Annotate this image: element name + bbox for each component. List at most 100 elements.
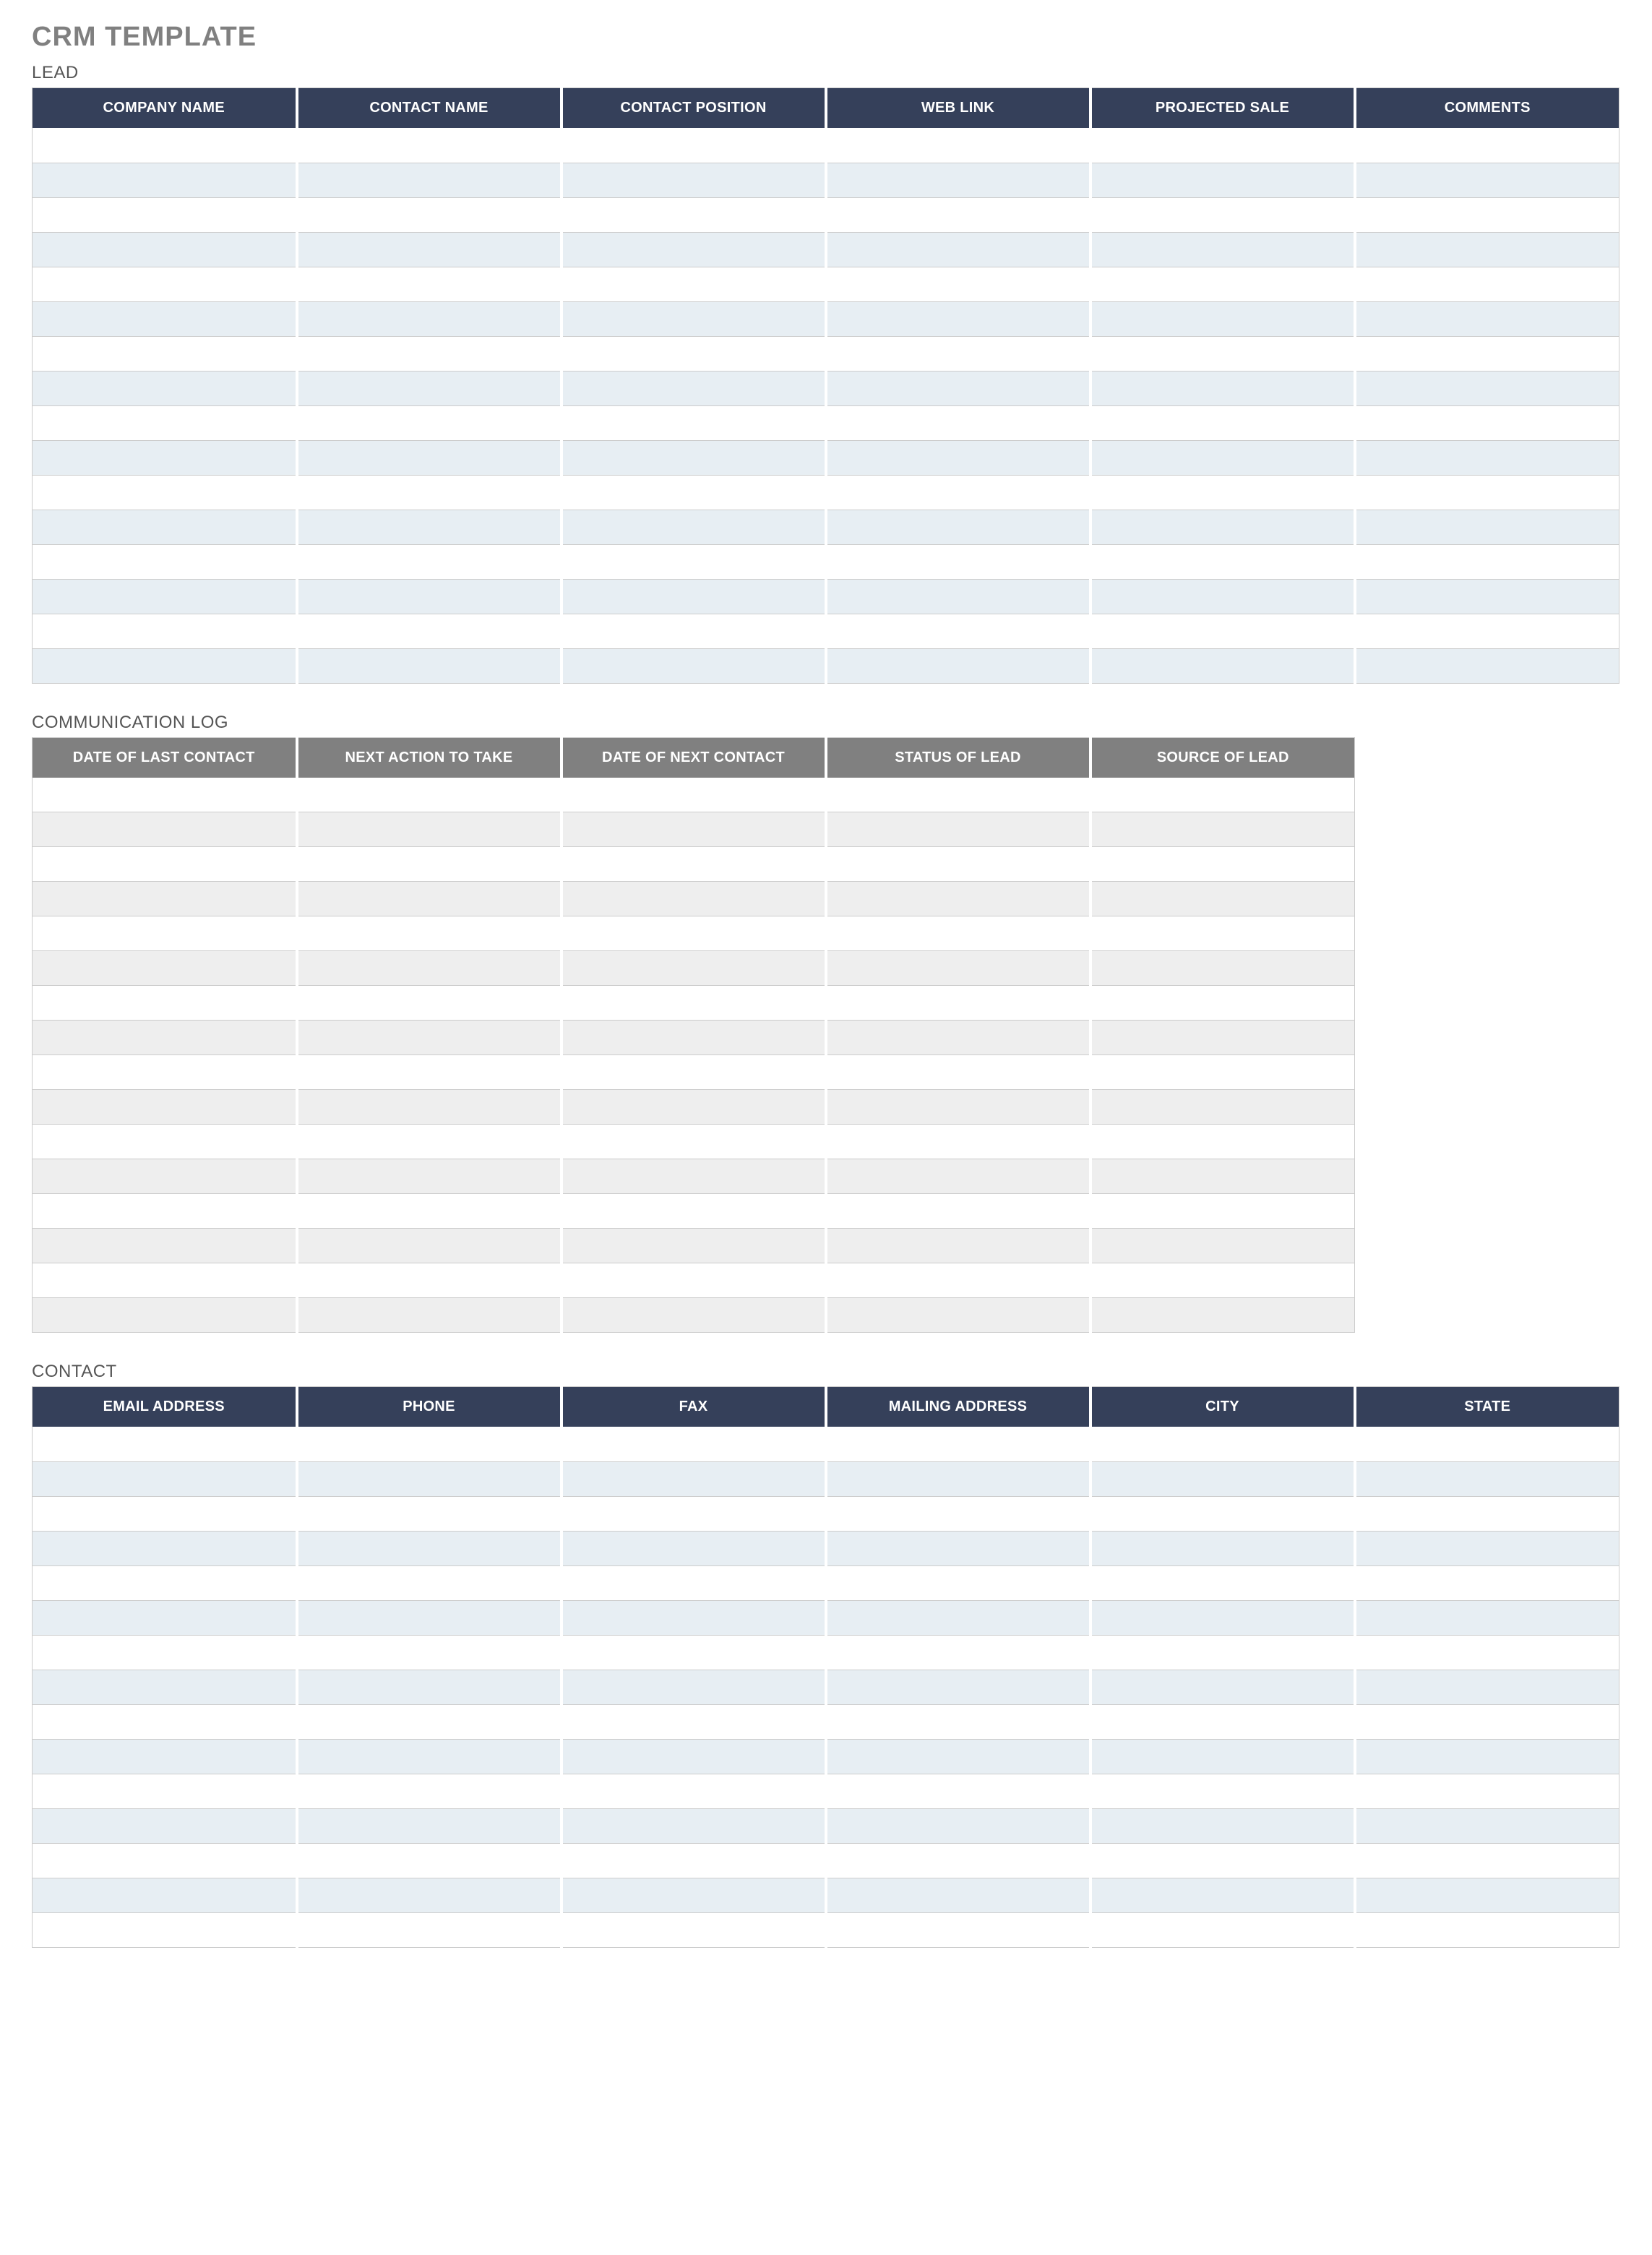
- table-cell[interactable]: [297, 1739, 562, 1774]
- table-cell[interactable]: [33, 510, 297, 544]
- table-cell[interactable]: [1355, 163, 1619, 197]
- table-cell[interactable]: [826, 1704, 1090, 1739]
- table-cell[interactable]: [826, 1843, 1090, 1878]
- table-cell[interactable]: [1090, 371, 1355, 405]
- table-cell[interactable]: [562, 951, 826, 986]
- table-cell[interactable]: [1090, 951, 1355, 986]
- table-cell[interactable]: [297, 1055, 562, 1090]
- table-cell[interactable]: [826, 128, 1090, 163]
- table-cell[interactable]: [297, 232, 562, 267]
- table-cell[interactable]: [297, 1635, 562, 1670]
- table-cell[interactable]: [826, 812, 1090, 847]
- table-cell[interactable]: [562, 1055, 826, 1090]
- table-cell[interactable]: [826, 405, 1090, 440]
- table-cell[interactable]: [1090, 1704, 1355, 1739]
- table-cell[interactable]: [826, 847, 1090, 882]
- table-cell[interactable]: [33, 882, 297, 916]
- table-cell[interactable]: [33, 163, 297, 197]
- table-cell[interactable]: [562, 986, 826, 1021]
- table-cell[interactable]: [826, 163, 1090, 197]
- table-cell[interactable]: [562, 648, 826, 683]
- table-cell[interactable]: [297, 1774, 562, 1808]
- table-cell[interactable]: [297, 812, 562, 847]
- table-cell[interactable]: [562, 847, 826, 882]
- table-cell[interactable]: [297, 544, 562, 579]
- table-cell[interactable]: [562, 1427, 826, 1461]
- table-cell[interactable]: [826, 1600, 1090, 1635]
- table-cell[interactable]: [826, 510, 1090, 544]
- table-cell[interactable]: [1090, 440, 1355, 475]
- table-cell[interactable]: [1355, 1739, 1619, 1774]
- table-cell[interactable]: [1090, 1427, 1355, 1461]
- table-cell[interactable]: [826, 1565, 1090, 1600]
- table-cell[interactable]: [297, 1843, 562, 1878]
- table-cell[interactable]: [297, 1090, 562, 1125]
- table-cell[interactable]: [826, 648, 1090, 683]
- table-cell[interactable]: [297, 1159, 562, 1194]
- table-cell[interactable]: [297, 1194, 562, 1229]
- table-cell[interactable]: [1355, 579, 1619, 614]
- table-cell[interactable]: [1355, 544, 1619, 579]
- table-cell[interactable]: [297, 1229, 562, 1263]
- table-cell[interactable]: [33, 1912, 297, 1947]
- table-cell[interactable]: [826, 882, 1090, 916]
- table-cell[interactable]: [33, 301, 297, 336]
- table-cell[interactable]: [562, 1194, 826, 1229]
- table-cell[interactable]: [1355, 1843, 1619, 1878]
- table-cell[interactable]: [33, 1600, 297, 1635]
- table-cell[interactable]: [826, 1263, 1090, 1298]
- table-cell[interactable]: [1090, 1055, 1355, 1090]
- table-cell[interactable]: [33, 197, 297, 232]
- table-cell[interactable]: [1090, 812, 1355, 847]
- table-cell[interactable]: [297, 1878, 562, 1912]
- table-cell[interactable]: [826, 544, 1090, 579]
- table-cell[interactable]: [562, 1021, 826, 1055]
- table-cell[interactable]: [1090, 1090, 1355, 1125]
- table-cell[interactable]: [1090, 336, 1355, 371]
- table-cell[interactable]: [1355, 1565, 1619, 1600]
- table-cell[interactable]: [33, 1670, 297, 1704]
- table-cell[interactable]: [826, 1774, 1090, 1808]
- table-cell[interactable]: [1090, 1263, 1355, 1298]
- table-cell[interactable]: [297, 1704, 562, 1739]
- table-cell[interactable]: [562, 475, 826, 510]
- table-cell[interactable]: [297, 951, 562, 986]
- table-cell[interactable]: [297, 916, 562, 951]
- table-cell[interactable]: [1355, 1461, 1619, 1496]
- table-cell[interactable]: [297, 1427, 562, 1461]
- table-cell[interactable]: [1355, 1670, 1619, 1704]
- table-cell[interactable]: [33, 336, 297, 371]
- table-cell[interactable]: [562, 1878, 826, 1912]
- table-cell[interactable]: [33, 1055, 297, 1090]
- table-cell[interactable]: [1090, 1461, 1355, 1496]
- table-cell[interactable]: [826, 951, 1090, 986]
- table-cell[interactable]: [297, 1496, 562, 1531]
- table-cell[interactable]: [33, 405, 297, 440]
- table-cell[interactable]: [562, 232, 826, 267]
- table-cell[interactable]: [562, 440, 826, 475]
- table-cell[interactable]: [33, 1263, 297, 1298]
- table-cell[interactable]: [562, 1739, 826, 1774]
- table-cell[interactable]: [297, 371, 562, 405]
- table-cell[interactable]: [562, 1808, 826, 1843]
- table-cell[interactable]: [1355, 405, 1619, 440]
- table-cell[interactable]: [33, 1704, 297, 1739]
- table-cell[interactable]: [33, 1531, 297, 1565]
- table-cell[interactable]: [297, 1021, 562, 1055]
- table-cell[interactable]: [826, 1159, 1090, 1194]
- table-cell[interactable]: [297, 778, 562, 812]
- table-cell[interactable]: [562, 916, 826, 951]
- table-cell[interactable]: [826, 475, 1090, 510]
- table-cell[interactable]: [297, 1125, 562, 1159]
- table-cell[interactable]: [826, 1739, 1090, 1774]
- table-cell[interactable]: [826, 1298, 1090, 1333]
- table-cell[interactable]: [33, 1843, 297, 1878]
- table-cell[interactable]: [297, 1670, 562, 1704]
- table-cell[interactable]: [297, 336, 562, 371]
- table-cell[interactable]: [1090, 1298, 1355, 1333]
- table-cell[interactable]: [1090, 1878, 1355, 1912]
- table-cell[interactable]: [297, 1298, 562, 1333]
- table-cell[interactable]: [1355, 475, 1619, 510]
- table-cell[interactable]: [1355, 1774, 1619, 1808]
- table-cell[interactable]: [562, 1774, 826, 1808]
